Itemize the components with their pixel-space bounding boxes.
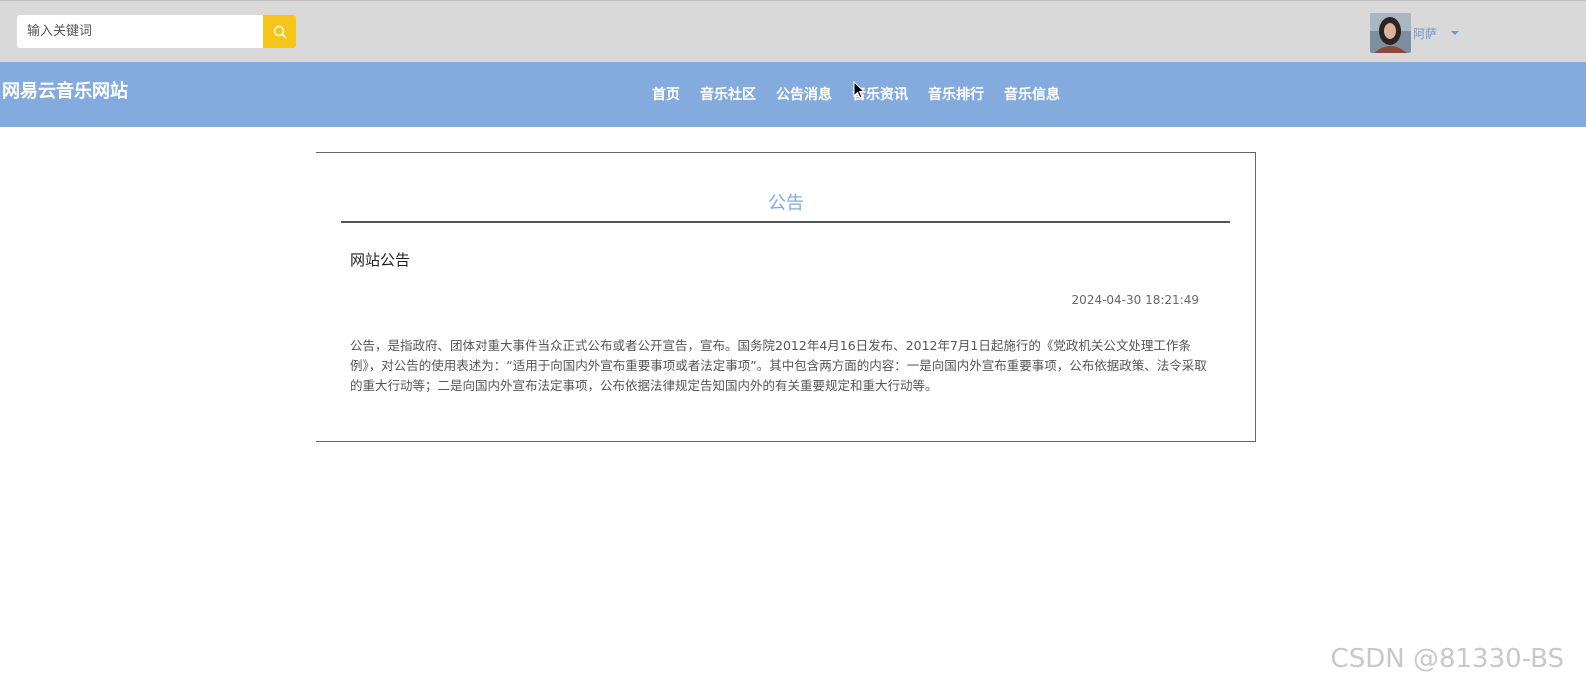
nav-item-community[interactable]: 音乐社区 <box>700 84 756 104</box>
search-icon <box>273 25 287 39</box>
nav-menu: 首页 音乐社区 公告消息 音乐资讯 音乐排行 音乐信息 <box>652 84 1080 104</box>
search-button[interactable] <box>263 15 296 48</box>
notice-panel: 公告 网站公告 2024-04-30 18:21:49 公告，是指政府、团体对重… <box>316 152 1256 442</box>
chevron-down-icon[interactable] <box>1451 31 1460 35</box>
nav-item-notices[interactable]: 公告消息 <box>776 84 832 104</box>
search-box <box>17 15 296 48</box>
user-menu[interactable]: 阿萨 <box>1370 13 1460 53</box>
site-title[interactable]: 网易云音乐网站 <box>2 77 128 103</box>
nav-item-ranking[interactable]: 音乐排行 <box>928 84 984 104</box>
search-input[interactable] <box>17 15 263 48</box>
heading-divider <box>341 221 1230 223</box>
mouse-cursor-icon <box>853 80 866 103</box>
top-bar: 阿萨 <box>0 0 1586 62</box>
nav-item-music-info[interactable]: 音乐信息 <box>1004 84 1060 104</box>
notice-date: 2024-04-30 18:21:49 <box>1071 293 1199 307</box>
watermark: CSDN @81330-BS <box>1330 644 1564 674</box>
nav-item-home[interactable]: 首页 <box>652 84 680 104</box>
notice-title: 网站公告 <box>350 251 411 269</box>
panel-heading: 公告 <box>768 193 804 214</box>
username[interactable]: 阿萨 <box>1413 25 1437 42</box>
notice-body: 公告，是指政府、团体对重大事件当众正式公布或者公开宣告，宣布。国务院2012年4… <box>350 338 1207 393</box>
main-navbar: 网易云音乐网站 首页 音乐社区 公告消息 音乐资讯 音乐排行 音乐信息 <box>0 62 1586 127</box>
avatar[interactable] <box>1370 13 1411 53</box>
